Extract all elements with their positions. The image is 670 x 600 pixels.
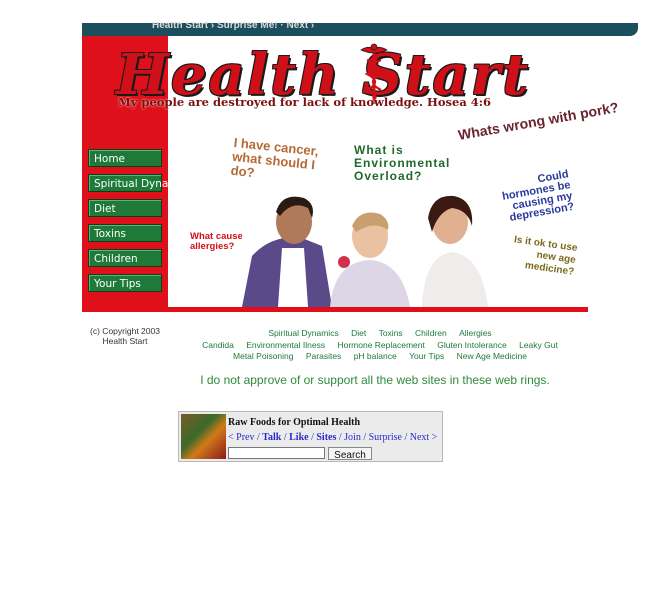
link-leaky-gut[interactable]: Leaky Gut bbox=[519, 340, 558, 350]
link-metal-poisoning[interactable]: Metal Poisoning bbox=[233, 351, 293, 361]
webring-join-link[interactable]: Join bbox=[344, 432, 361, 443]
link-environmental-illness[interactable]: Environmental Ilness bbox=[246, 340, 325, 350]
footer-links-row-2: Candida Environmental Ilness Hormone Rep… bbox=[160, 340, 600, 350]
footer-links-row-1: Spiritual Dynamics Diet Toxins Children … bbox=[160, 328, 600, 338]
link-toxins[interactable]: Toxins bbox=[379, 328, 403, 338]
link-new-age-medicine[interactable]: New Age Medicine bbox=[457, 351, 527, 361]
webring-title[interactable]: Raw Foods for Optimal Health bbox=[228, 417, 360, 428]
nav-children[interactable]: Children bbox=[88, 249, 162, 267]
webring-search-button[interactable]: Search bbox=[328, 447, 372, 460]
link-diet[interactable]: Diet bbox=[351, 328, 366, 338]
link-hormone-replacement[interactable]: Hormone Replacement bbox=[337, 340, 424, 350]
question-cancer: I have cancer, what should I do? bbox=[230, 134, 320, 181]
question-hormones: Could hormones be causing my depression? bbox=[501, 168, 576, 224]
question-environmental-overload: What is Environmental Overload? bbox=[354, 143, 451, 183]
question-new-age-medicine: Is it ok to use new age medicine? bbox=[513, 234, 579, 278]
nav-spiritual-dynamics[interactable]: Spiritual Dynamics bbox=[88, 174, 193, 192]
webring-next-link[interactable]: Next > bbox=[410, 432, 438, 443]
link-spiritual-dynamics[interactable]: Spiritual Dynamics bbox=[268, 328, 338, 338]
link-ph-balance[interactable]: pH balance bbox=[354, 351, 397, 361]
link-gluten-intolerance[interactable]: Gluten Intolerance bbox=[437, 340, 506, 350]
webring-surprise-link[interactable]: Surprise bbox=[369, 432, 402, 443]
link-candida[interactable]: Candida bbox=[202, 340, 234, 350]
raw-foods-image[interactable] bbox=[181, 414, 226, 459]
webring-box: Raw Foods for Optimal Health < Prev / Ta… bbox=[178, 411, 443, 462]
webring-prev-link[interactable]: < Prev bbox=[228, 432, 254, 443]
footer-links-row-3: Metal Poisoning Parasites pH balance You… bbox=[160, 351, 600, 361]
link-your-tips[interactable]: Your Tips bbox=[409, 351, 444, 361]
webring-like-link[interactable]: Like bbox=[289, 432, 308, 443]
nav-diet[interactable]: Diet bbox=[88, 199, 162, 217]
link-allergies[interactable]: Allergies bbox=[459, 328, 492, 338]
sidebar-nav: Home Spiritual Dynamics Diet Toxins Chil… bbox=[88, 149, 193, 299]
webring-disclaimer: I do not approve of or support all the w… bbox=[200, 373, 550, 387]
family-photo bbox=[242, 186, 492, 307]
link-parasites[interactable]: Parasites bbox=[306, 351, 341, 361]
nav-home[interactable]: Home bbox=[88, 149, 162, 167]
site-tagline: My people are destroyed for lack of know… bbox=[118, 95, 492, 109]
nav-toxins[interactable]: Toxins bbox=[88, 224, 162, 242]
link-children[interactable]: Children bbox=[415, 328, 447, 338]
webring-sites-link[interactable]: Sites bbox=[316, 432, 336, 443]
top-webring-nav[interactable]: Health Start › Surprise Me! · Next › bbox=[152, 22, 314, 32]
copyright: (c) Copyright 2003 Health Start bbox=[90, 326, 160, 346]
webring-search-input[interactable] bbox=[228, 447, 325, 459]
header-banner: Health Start My people are destroyed for… bbox=[82, 36, 620, 312]
nav-your-tips[interactable]: Your Tips bbox=[88, 274, 162, 292]
webring-talk-link[interactable]: Talk bbox=[262, 432, 281, 443]
red-bottom-bar bbox=[168, 307, 588, 312]
webring-nav: < Prev / Talk / Like / Sites / Join / Su… bbox=[228, 432, 438, 443]
